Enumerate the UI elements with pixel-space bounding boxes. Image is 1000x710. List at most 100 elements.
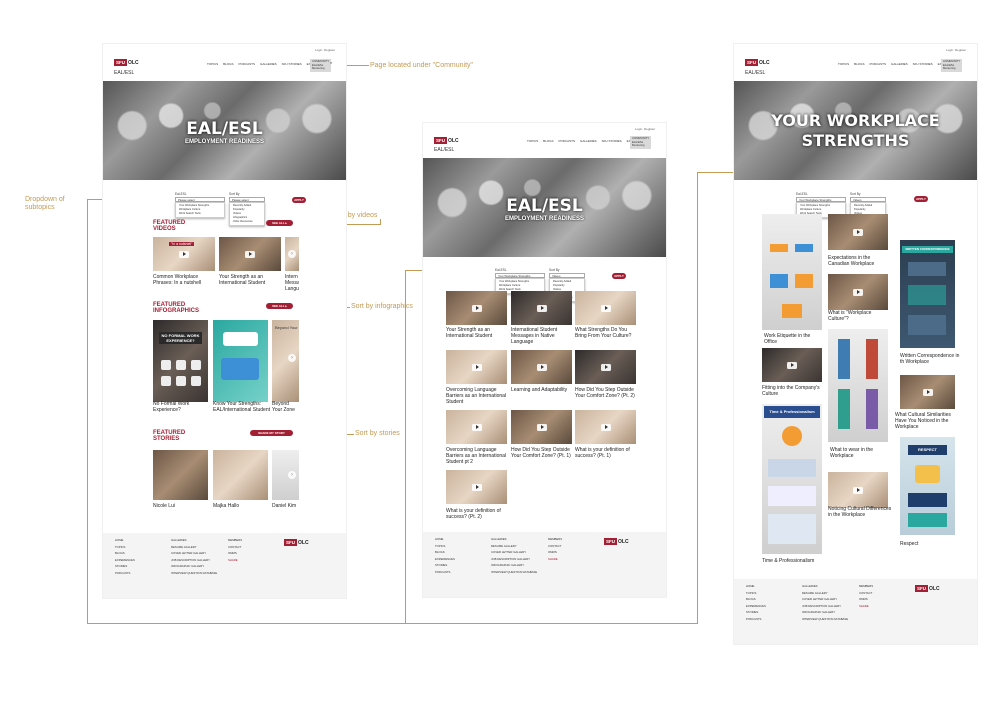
video-caption[interactable]: What Cultural Similarities Have You Noti… <box>895 412 959 430</box>
infographic-caption[interactable]: Time & Professionalism <box>762 558 822 564</box>
story-caption[interactable]: Daniel Kim <box>272 503 299 509</box>
sort-option[interactable]: Other Resources <box>233 220 261 224</box>
see-all-infographics-button[interactable]: SEE ALL ▸ <box>266 303 293 309</box>
video-thumb[interactable] <box>575 410 636 444</box>
video-caption[interactable]: Fitting into the Company's Culture <box>762 385 822 397</box>
carousel-next-icon[interactable]: › <box>288 354 296 362</box>
infographic-caption[interactable]: Respect <box>900 541 918 547</box>
video-caption[interactable]: Your Strength as an International Studen… <box>219 274 281 286</box>
footer-link[interactable]: MEMBERS <box>859 583 873 590</box>
video-caption[interactable]: Learning and Adaptability <box>511 387 572 393</box>
video-thumb[interactable] <box>828 274 888 310</box>
eal-option[interactable]: Work Search Tools <box>179 212 221 216</box>
video-caption[interactable]: How Did You Step Outside Your Comfort Zo… <box>511 447 572 459</box>
video-thumb[interactable] <box>828 214 888 250</box>
footer-link[interactable]: INTERVIEW QUESTION DATABASE <box>802 616 848 623</box>
video-thumb[interactable] <box>446 470 507 504</box>
community-dropdown[interactable]: COMMUNITY EAL/ESL Mentoring <box>941 59 963 72</box>
video-caption[interactable]: Overcoming Language Barriers as an Inter… <box>446 387 507 405</box>
nav-blogs[interactable]: BLOGS <box>543 139 553 143</box>
video-thumb[interactable] <box>828 472 888 508</box>
see-all-videos-button[interactable]: SEE ALL ▸ <box>266 220 293 226</box>
login-link[interactable]: Login <box>315 48 322 52</box>
video-thumb[interactable] <box>219 237 281 271</box>
share-my-story-button[interactable]: SHARE MY STORY <box>250 430 293 436</box>
carousel-next-icon[interactable]: › <box>288 471 296 479</box>
nav-topics[interactable]: TOPICS <box>207 62 218 66</box>
story-thumb[interactable] <box>153 450 208 500</box>
video-caption[interactable]: What is your definition of success? (Pt.… <box>575 447 639 459</box>
video-thumb[interactable] <box>511 350 572 384</box>
video-thumb[interactable] <box>575 350 636 384</box>
video-thumb[interactable] <box>446 410 507 444</box>
infographic-caption[interactable]: Beyond Your Zone <box>272 401 299 413</box>
video-caption[interactable]: What is "Workplace Culture"? <box>828 310 890 322</box>
apply-button[interactable]: APPLY <box>612 273 626 279</box>
video-thumb[interactable] <box>575 291 636 325</box>
video-caption[interactable]: Your Strength as an International Studen… <box>446 327 507 339</box>
video-thumb[interactable] <box>511 291 572 325</box>
infographic-thumb[interactable]: NO FORMAL WORK EXPERIENCE? <box>153 320 208 402</box>
footer-link[interactable]: PODCASTS <box>115 570 135 577</box>
video-thumb[interactable] <box>511 410 572 444</box>
footer-link[interactable]: INTERVIEW QUESTION DATABASE <box>171 570 217 577</box>
video-thumb[interactable]: "In a nutshell" <box>153 237 215 271</box>
nav-topics[interactable]: TOPICS <box>527 139 538 143</box>
community-dropdown[interactable]: COMMUNITY EAL/ESL Mentoring <box>310 59 332 72</box>
infographic-thumb[interactable]: RESPECT <box>900 437 955 535</box>
nav-podcasts[interactable]: PODCASTS <box>558 139 575 143</box>
footer-link-share[interactable]: SHARE <box>859 603 873 610</box>
footer-link[interactable]: PODCASTS <box>435 569 455 576</box>
nav-sfu-stories[interactable]: SFU STORIES <box>602 139 622 143</box>
footer-link[interactable]: PODCASTS <box>746 616 766 623</box>
video-caption[interactable]: Overcoming Language Barriers as an Inter… <box>446 447 507 465</box>
login-link[interactable]: Login <box>946 48 953 52</box>
story-caption[interactable]: Nicole Lui <box>153 503 175 509</box>
video-caption[interactable]: What Strengths Do You Bring From Your Cu… <box>575 327 639 339</box>
infographic-thumb[interactable] <box>828 329 888 442</box>
footer-logo[interactable]: SFU OLC <box>915 585 940 592</box>
nav-podcasts[interactable]: PODCASTS <box>869 62 886 66</box>
video-caption[interactable]: Common Workplace Phrases: In a nutshell <box>153 274 215 286</box>
infographic-thumb[interactable] <box>762 214 822 330</box>
nav-sfu-stories[interactable]: SFU STORIES <box>913 62 933 66</box>
video-caption[interactable]: Expectations in the Canadian Workplace <box>828 255 890 267</box>
video-thumb[interactable] <box>762 348 822 382</box>
footer-link-share[interactable]: SHARE <box>228 557 242 564</box>
sfu-olc-logo[interactable]: SFU OLC <box>434 137 459 144</box>
infographic-caption[interactable]: What to wear in the Workplace <box>830 447 892 459</box>
footer-logo[interactable]: SFU OLC <box>284 539 309 546</box>
video-caption[interactable]: International Student Messages in Native… <box>511 327 572 345</box>
story-thumb[interactable] <box>213 450 268 500</box>
register-link[interactable]: Register <box>324 48 335 52</box>
footer-link[interactable]: MEMBERS <box>548 536 562 543</box>
nav-blogs[interactable]: BLOGS <box>854 62 864 66</box>
video-thumb[interactable] <box>446 350 507 384</box>
video-thumb[interactable] <box>446 291 507 325</box>
video-caption[interactable]: How Did You Step Outside Your Comfort Zo… <box>575 387 639 399</box>
infographic-caption[interactable]: No Formal Work Experience? <box>153 401 208 413</box>
footer-link-share[interactable]: SHARE <box>548 556 562 563</box>
apply-button[interactable]: APPLY <box>914 196 928 202</box>
apply-button[interactable]: APPLY <box>292 197 306 203</box>
register-link[interactable]: Register <box>955 48 966 52</box>
sfu-olc-logo[interactable]: SFU OLC <box>114 59 139 66</box>
sfu-olc-logo[interactable]: SFU OLC <box>745 59 770 66</box>
video-thumb[interactable] <box>900 375 955 409</box>
nav-galleries[interactable]: GALLERIES <box>580 139 597 143</box>
footer-link[interactable]: MEMBERS <box>228 537 242 544</box>
video-caption[interactable]: What is your definition of success? (Pt.… <box>446 508 507 520</box>
nav-topics[interactable]: TOPICS <box>838 62 849 66</box>
video-caption[interactable]: Intern Messa Langu <box>285 274 299 292</box>
infographic-thumb[interactable]: Beyond Your <box>272 320 299 402</box>
infographic-caption[interactable]: Know Your Strengths: EAL/International S… <box>213 401 271 413</box>
search-icon[interactable]: ⌕ <box>330 60 332 65</box>
infographic-thumb[interactable]: WRITTEN CORRESPONDENCE <box>900 240 955 348</box>
infographic-thumb[interactable]: Time & Professionalism <box>762 404 822 554</box>
login-link[interactable]: Login <box>635 127 642 131</box>
carousel-next-icon[interactable]: › <box>288 250 296 258</box>
nav-sfu-stories[interactable]: SFU STORIES <box>282 62 302 66</box>
footer-link[interactable]: INTERVIEW QUESTION DATABASE <box>491 569 537 576</box>
video-caption[interactable]: Noticing Cultural Differences in the Wor… <box>828 506 894 518</box>
register-link[interactable]: Register <box>644 127 655 131</box>
